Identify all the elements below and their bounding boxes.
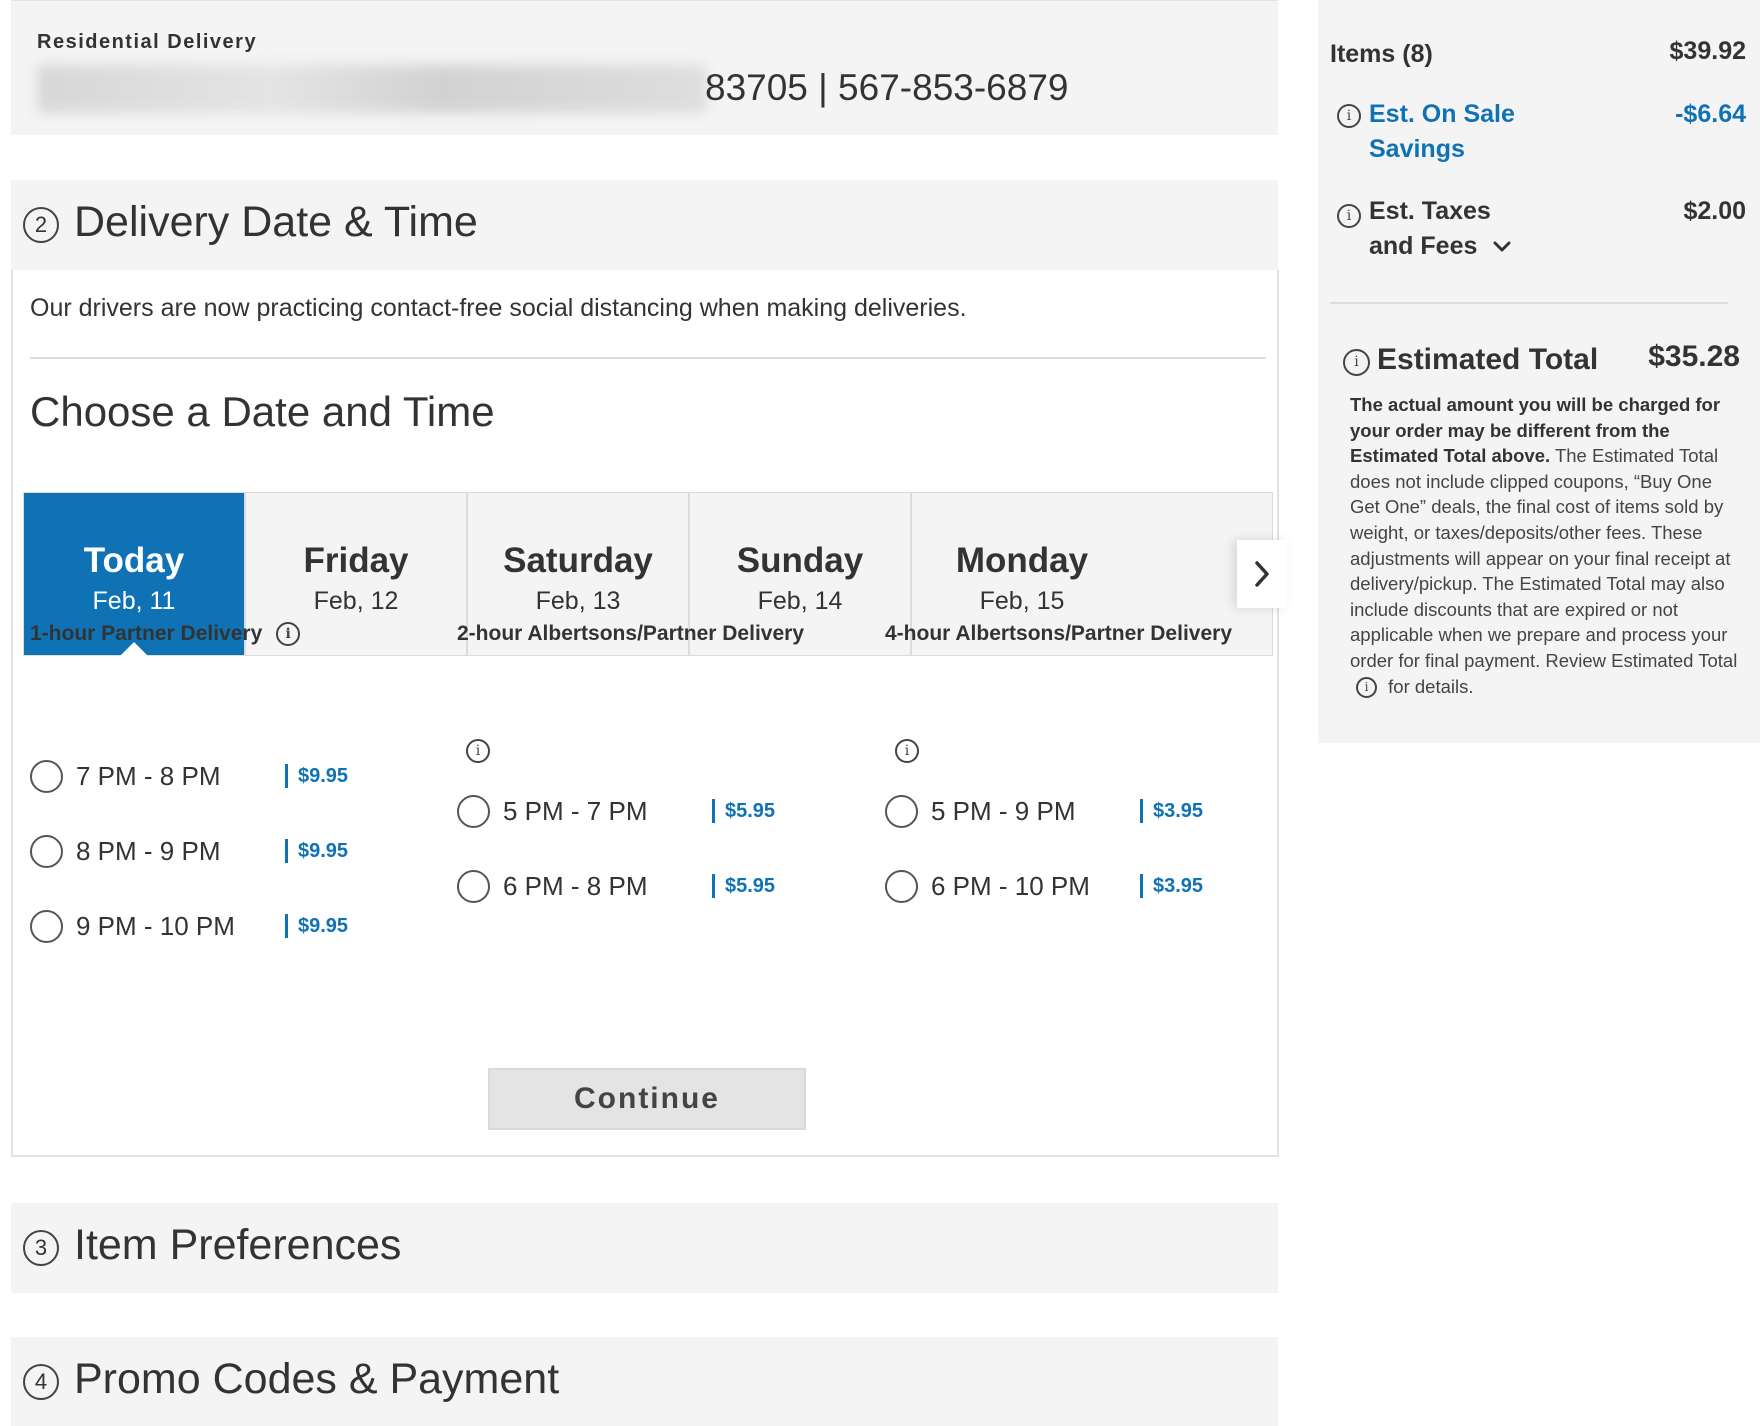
info-circle-icon[interactable]: i bbox=[276, 622, 301, 647]
redacted-address bbox=[37, 65, 707, 113]
contact-free-note: Our drivers are now practicing contact-f… bbox=[30, 294, 967, 322]
slot-price: $9.95 bbox=[285, 764, 348, 788]
promo-codes-payment-header[interactable]: 4 Promo Codes & Payment bbox=[11, 1337, 1278, 1426]
slot-price: $5.95 bbox=[712, 874, 775, 898]
slot-time: 6 PM - 10 PM bbox=[931, 870, 1090, 901]
divider bbox=[1330, 302, 1728, 304]
date-tab-day: Today bbox=[83, 541, 185, 580]
address-zip-phone: 83705 | 567-853-6879 bbox=[705, 67, 1069, 108]
column-title-2-hour: 2-hour Albertsons/Partner Delivery bbox=[457, 622, 804, 646]
date-tab-date: Feb, 14 bbox=[757, 587, 843, 615]
column-title-text: 4-hour Albertsons/Partner Delivery bbox=[885, 622, 1232, 645]
radio-button[interactable] bbox=[30, 759, 63, 793]
info-circle-icon[interactable]: i bbox=[466, 739, 490, 763]
slot-time: 5 PM - 7 PM bbox=[503, 795, 648, 826]
radio-button[interactable] bbox=[30, 909, 63, 943]
slot-price: $3.95 bbox=[1140, 799, 1203, 823]
taxes-label-line: Est. Taxes bbox=[1369, 197, 1491, 225]
step-number-badge: 4 bbox=[23, 1364, 59, 1400]
time-slot-option[interactable]: 6 PM - 8 PM $5.95 bbox=[457, 866, 787, 906]
section-title: Promo Codes & Payment bbox=[74, 1355, 560, 1403]
slot-price: $9.95 bbox=[285, 839, 348, 863]
estimated-total-label: Estimated Total bbox=[1377, 343, 1599, 376]
time-slot-option[interactable]: 5 PM - 7 PM $5.95 bbox=[457, 791, 787, 831]
order-summary-panel: Items (8) $39.92 i Est. On Sale Savings … bbox=[1318, 0, 1760, 743]
column-title-text: 1-hour Partner Delivery bbox=[30, 622, 263, 645]
item-preferences-header[interactable]: 3 Item Preferences bbox=[11, 1203, 1278, 1293]
radio-button[interactable] bbox=[885, 869, 918, 903]
date-tab-date: Feb, 13 bbox=[535, 587, 621, 615]
items-count-label: Items (8) bbox=[1330, 40, 1433, 68]
column-title-1-hour: 1-hour Partner Delivery i bbox=[30, 622, 301, 647]
date-tab-date: Feb, 15 bbox=[979, 587, 1065, 615]
slot-price: $3.95 bbox=[1140, 874, 1203, 898]
savings-label-line: Savings bbox=[1369, 135, 1465, 163]
info-circle-icon[interactable]: i bbox=[1337, 204, 1361, 228]
date-tab-day: Saturday bbox=[503, 541, 653, 580]
chevron-down-icon bbox=[1493, 241, 1511, 252]
info-circle-icon[interactable]: i bbox=[895, 739, 919, 763]
time-slot-option[interactable]: 7 PM - 8 PM $9.95 bbox=[30, 756, 360, 796]
date-tab-day: Friday bbox=[303, 541, 409, 580]
radio-button[interactable] bbox=[885, 794, 918, 828]
estimated-total-disclaimer: The actual amount you will be charged fo… bbox=[1350, 392, 1746, 699]
date-tab-date: Feb, 11 bbox=[92, 587, 176, 615]
slot-price: $5.95 bbox=[712, 799, 775, 823]
delivery-address-card: Residential Delivery 83705 | 567-853-687… bbox=[11, 0, 1278, 135]
step-number-badge: 3 bbox=[23, 1230, 59, 1266]
info-circle-icon[interactable]: i bbox=[1343, 349, 1370, 376]
radio-button[interactable] bbox=[457, 869, 490, 903]
taxes-label-text: and Fees bbox=[1369, 232, 1478, 260]
next-dates-button[interactable] bbox=[1237, 540, 1287, 608]
info-circle-icon[interactable]: i bbox=[1337, 104, 1361, 128]
time-slot-option[interactable]: 5 PM - 9 PM $3.95 bbox=[885, 791, 1215, 831]
chevron-right-icon bbox=[1255, 561, 1269, 587]
slot-time: 7 PM - 8 PM bbox=[76, 760, 221, 791]
address-type-label: Residential Delivery bbox=[37, 31, 258, 53]
section-title: Item Preferences bbox=[74, 1221, 402, 1269]
date-tab-day: Sunday bbox=[736, 541, 864, 580]
divider bbox=[30, 357, 1266, 359]
taxes-amount: $2.00 bbox=[1683, 197, 1746, 225]
slot-time: 9 PM - 10 PM bbox=[76, 910, 235, 941]
date-tab-day: Monday bbox=[955, 541, 1089, 580]
est-on-sale-savings-link[interactable]: Est. On Sale Savings bbox=[1369, 97, 1515, 167]
taxes-label-line: and Fees bbox=[1369, 229, 1512, 264]
slot-time: 5 PM - 9 PM bbox=[931, 795, 1076, 826]
est-taxes-fees-toggle[interactable]: Est. Taxes and Fees bbox=[1369, 194, 1512, 264]
time-slot-option[interactable]: 8 PM - 9 PM $9.95 bbox=[30, 831, 360, 871]
delivery-date-time-panel: Our drivers are now practicing contact-f… bbox=[11, 270, 1287, 1157]
info-circle-icon[interactable]: i bbox=[1356, 677, 1377, 699]
disclaimer-review-post: for details. bbox=[1388, 675, 1474, 697]
radio-button[interactable] bbox=[30, 834, 63, 868]
items-subtotal: $39.92 bbox=[1669, 37, 1746, 65]
delivery-date-time-header[interactable]: 2 Delivery Date & Time bbox=[11, 180, 1278, 270]
time-slot-option[interactable]: 9 PM - 10 PM $9.95 bbox=[30, 906, 360, 946]
slot-time: 8 PM - 9 PM bbox=[76, 835, 221, 866]
continue-button[interactable]: Continue bbox=[488, 1068, 806, 1130]
savings-label-line: Est. On Sale bbox=[1369, 100, 1515, 128]
column-title-4-hour: 4-hour Albertsons/Partner Delivery bbox=[885, 622, 1232, 646]
time-slot-option[interactable]: 6 PM - 10 PM $3.95 bbox=[885, 866, 1215, 906]
disclaimer-text: The Estimated Total does not include cli… bbox=[1350, 445, 1731, 671]
section-title: Delivery Date & Time bbox=[74, 198, 478, 246]
disclaimer-review: Review Estimated Total bbox=[1545, 649, 1738, 671]
estimated-total-amount: $35.28 bbox=[1648, 340, 1740, 373]
date-tab-date: Feb, 12 bbox=[313, 587, 399, 615]
step-number-badge: 2 bbox=[23, 207, 59, 243]
slot-price: $9.95 bbox=[285, 914, 348, 938]
column-title-text: 2-hour Albertsons/Partner Delivery bbox=[457, 622, 804, 645]
slot-time: 6 PM - 8 PM bbox=[503, 870, 648, 901]
savings-amount: -$6.64 bbox=[1675, 100, 1746, 128]
radio-button[interactable] bbox=[457, 794, 490, 828]
choose-date-time-title: Choose a Date and Time bbox=[30, 388, 495, 435]
